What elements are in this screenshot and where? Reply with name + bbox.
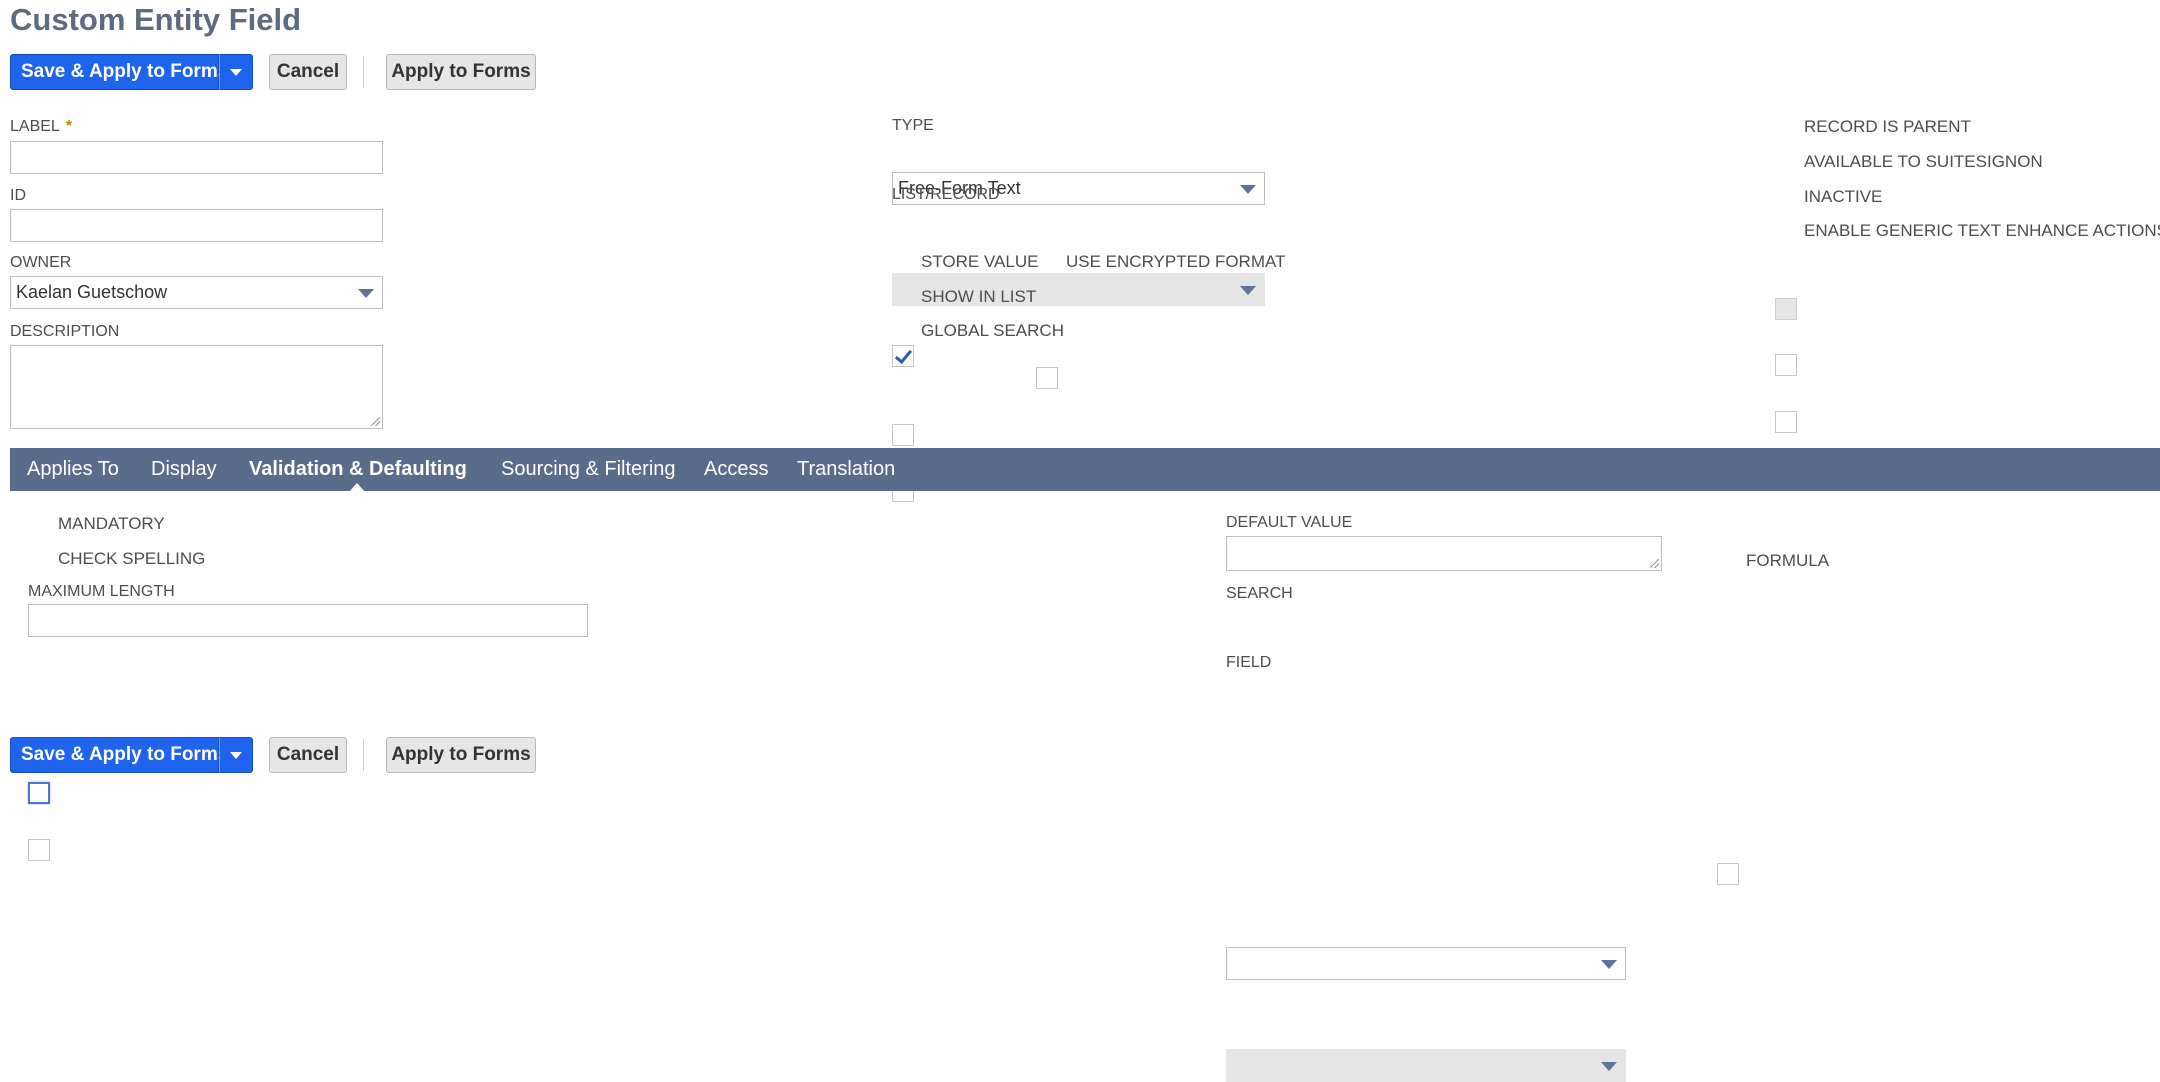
description-field-label: DESCRIPTION <box>10 323 120 340</box>
toolbar-divider <box>363 739 364 771</box>
checkmark-icon <box>894 345 913 365</box>
show-in-list-checkbox[interactable] <box>892 424 914 446</box>
global-search-label: GLOBAL SEARCH <box>921 321 1064 340</box>
mandatory-label: MANDATORY <box>58 514 165 533</box>
store-value-checkbox[interactable] <box>892 345 914 367</box>
tab-sourcing-filtering[interactable]: Sourcing & Filtering <box>501 448 676 491</box>
id-field-label: ID <box>10 187 26 204</box>
chevron-down-icon <box>358 289 374 298</box>
label-input[interactable] <box>10 141 383 174</box>
active-tab-indicator <box>349 483 365 492</box>
resize-handle-icon[interactable] <box>1650 559 1659 568</box>
inactive-label: INACTIVE <box>1804 187 1883 206</box>
tab-applies-to[interactable]: Applies To <box>27 448 119 491</box>
chevron-down-icon <box>1601 1062 1617 1071</box>
search-select[interactable] <box>1226 947 1626 980</box>
label-field-label: LABEL * <box>10 118 73 135</box>
chevron-down-icon <box>1601 960 1617 969</box>
available-suitesignon-checkbox[interactable] <box>1775 354 1797 376</box>
check-spelling-checkbox[interactable] <box>28 839 50 861</box>
record-is-parent-label: RECORD IS PARENT <box>1804 117 1971 136</box>
description-textarea[interactable] <box>10 345 383 429</box>
enable-generic-text-label: ENABLE GENERIC TEXT ENHANCE ACTIONS <box>1804 221 2160 240</box>
use-encrypted-checkbox[interactable] <box>1036 367 1058 389</box>
cancel-button-bottom[interactable]: Cancel <box>269 737 347 773</box>
chevron-down-icon <box>1240 185 1256 194</box>
owner-select[interactable]: Kaelan Guetschow <box>10 276 383 309</box>
save-options-dropdown-button[interactable] <box>219 54 253 90</box>
caret-down-icon <box>230 68 242 76</box>
list-record-field-label: LIST/RECORD <box>892 186 1000 203</box>
apply-to-forms-button-bottom[interactable]: Apply to Forms <box>386 737 536 773</box>
owner-field-label: OWNER <box>10 254 72 271</box>
formula-checkbox[interactable] <box>1717 863 1739 885</box>
maximum-length-input[interactable] <box>28 604 588 637</box>
cancel-button[interactable]: Cancel <box>269 54 347 90</box>
maximum-length-label: MAXIMUM LENGTH <box>28 583 175 600</box>
search-field-label: SEARCH <box>1226 585 1293 602</box>
subtab-bar: Applies To Display Validation & Defaulti… <box>10 448 2160 492</box>
tab-display[interactable]: Display <box>151 448 217 491</box>
record-is-parent-checkbox[interactable] <box>1775 298 1797 320</box>
apply-to-forms-button[interactable]: Apply to Forms <box>386 54 536 90</box>
resize-handle-icon[interactable] <box>371 417 380 426</box>
type-field-label: TYPE <box>892 117 934 134</box>
field-field-label: FIELD <box>1226 654 1272 671</box>
caret-down-icon <box>230 751 242 759</box>
formula-label: FORMULA <box>1746 551 1830 570</box>
save-apply-button-bottom[interactable]: Save & Apply to Forms <box>10 737 228 773</box>
id-input[interactable] <box>10 209 383 242</box>
show-in-list-label: SHOW IN LIST <box>921 287 1037 306</box>
save-options-dropdown-button-bottom[interactable] <box>219 737 253 773</box>
store-value-label: STORE VALUE <box>921 252 1039 271</box>
tab-translation[interactable]: Translation <box>797 448 895 491</box>
default-value-textarea[interactable] <box>1226 536 1662 571</box>
toolbar-divider <box>363 56 364 88</box>
owner-select-value: Kaelan Guetschow <box>16 282 168 302</box>
use-encrypted-label: USE ENCRYPTED FORMAT <box>1066 252 1286 271</box>
required-asterisk: * <box>65 118 73 135</box>
chevron-down-icon <box>1240 286 1256 295</box>
page-title: Custom Entity Field <box>10 2 302 37</box>
field-select[interactable] <box>1226 1049 1626 1082</box>
save-apply-button[interactable]: Save & Apply to Forms <box>10 54 228 90</box>
inactive-checkbox[interactable] <box>1775 411 1797 433</box>
available-suitesignon-label: AVAILABLE TO SUITESIGNON <box>1804 152 2043 171</box>
tab-access[interactable]: Access <box>704 448 768 491</box>
check-spelling-label: CHECK SPELLING <box>58 549 206 568</box>
default-value-label: DEFAULT VALUE <box>1226 514 1353 531</box>
mandatory-checkbox[interactable] <box>28 782 50 804</box>
